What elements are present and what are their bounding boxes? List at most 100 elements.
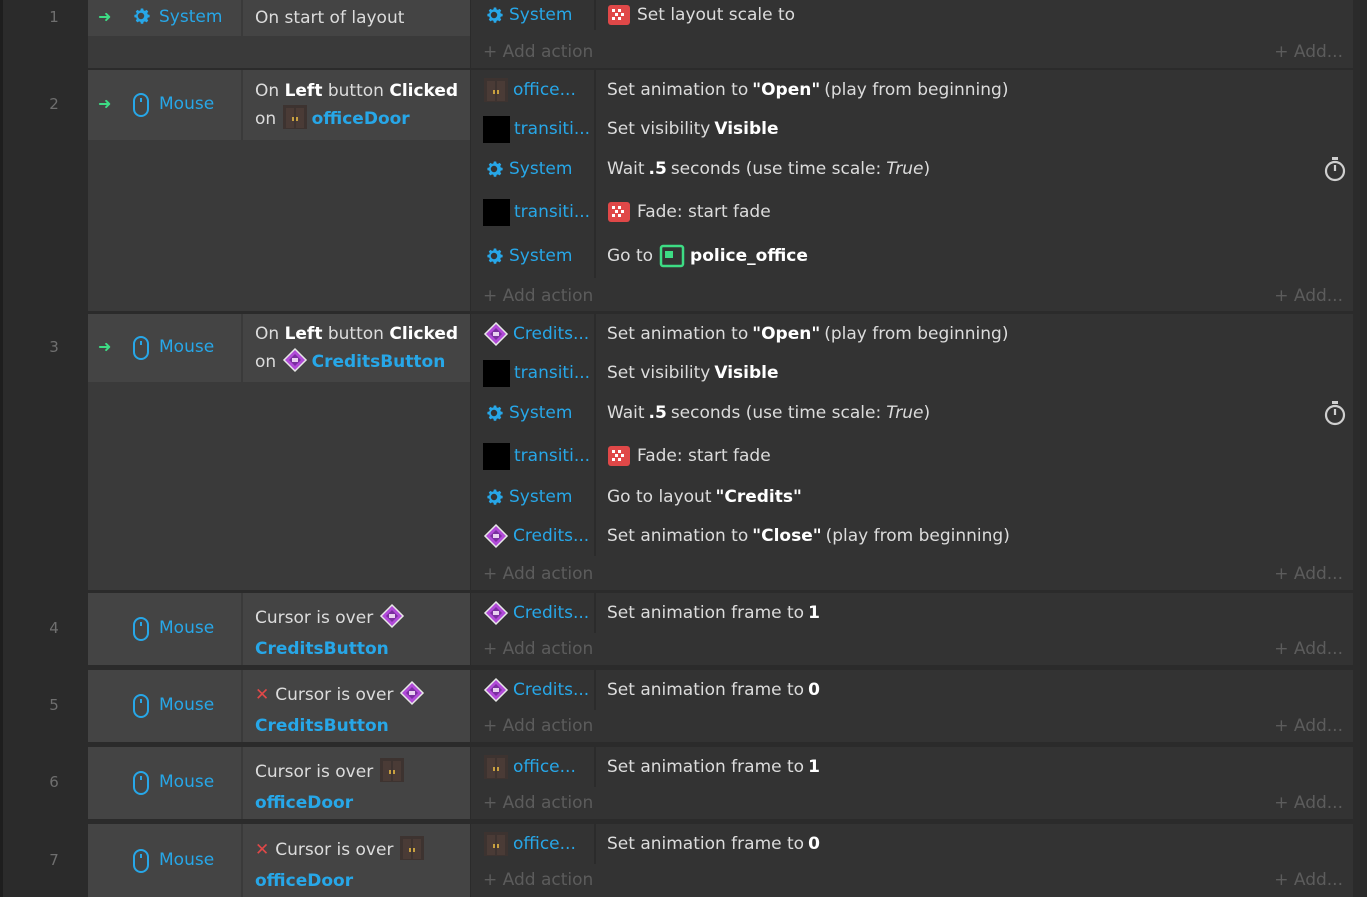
- action-text[interactable]: Set animation frame to 0: [607, 670, 824, 710]
- action-text[interactable]: Wait .5 seconds (use time scale: True): [607, 392, 930, 434]
- action-object[interactable]: System: [483, 234, 572, 278]
- action-text[interactable]: Fade: start fade: [607, 434, 771, 478]
- condition-text[interactable]: ✕ Cursor is over officeDoor: [255, 835, 465, 894]
- condition-bold: Clicked: [389, 324, 459, 344]
- action-bold: 1: [808, 757, 820, 777]
- action-object[interactable]: office...: [483, 747, 576, 787]
- add-action-button[interactable]: + Add action: [483, 639, 593, 659]
- action-text[interactable]: Set animation to "Open" (play from beginni…: [607, 70, 1008, 110]
- event-block[interactable]: 1 ➜ System On start of layout System Set layo…: [0, 0, 1367, 68]
- scrollbar[interactable]: [1353, 0, 1367, 897]
- action-row[interactable]: transiti... Set visibility Visible: [471, 110, 1353, 148]
- action-word: Set animation to: [607, 324, 749, 344]
- action-bold: .5: [648, 159, 667, 179]
- action-row[interactable]: transiti... Fade: start fade: [471, 190, 1353, 234]
- event-block[interactable]: 5 Mouse ✕ Cursor is over CreditsButton Credi…: [0, 670, 1367, 742]
- action-separator: [594, 747, 596, 787]
- condition-bold: Left: [284, 324, 323, 344]
- action-object[interactable]: transiti...: [483, 354, 590, 392]
- condition-separator: [241, 824, 243, 897]
- action-row[interactable]: System Wait .5 seconds (use time scale: True…: [471, 392, 1353, 434]
- action-row[interactable]: System Go to police_office: [471, 234, 1353, 278]
- action-object[interactable]: transiti...: [483, 434, 590, 478]
- event-block[interactable]: 3 ➜ Mouse On Left button Clicked on CreditsB…: [0, 314, 1367, 590]
- condition-text[interactable]: Cursor is over officeDoor: [255, 757, 465, 816]
- action-separator: [594, 354, 596, 392]
- action-row[interactable]: office... Set animation frame to 1: [471, 747, 1353, 787]
- action-text[interactable]: Set visibility Visible: [607, 110, 783, 148]
- event-number: 6: [49, 773, 59, 791]
- action-row[interactable]: System Set layout scale to: [471, 0, 1353, 30]
- add-action-button[interactable]: + Add action: [483, 716, 593, 736]
- action-row[interactable]: System Go to layout "Credits": [471, 478, 1353, 516]
- action-object[interactable]: System: [483, 478, 572, 516]
- condition-object-name: Mouse: [159, 849, 215, 870]
- action-row[interactable]: office... Set animation frame to 0: [471, 824, 1353, 864]
- action-object[interactable]: transiti...: [483, 110, 590, 148]
- action-row[interactable]: Credits... Set animation frame to 1: [471, 593, 1353, 633]
- add-button[interactable]: + Add...: [1274, 716, 1343, 736]
- action-word: Go to layout: [607, 487, 712, 507]
- action-text[interactable]: Fade: start fade: [607, 190, 771, 234]
- action-word: Fade: start fade: [637, 446, 771, 466]
- action-text[interactable]: Wait .5 seconds (use time scale: True): [607, 148, 930, 190]
- event-block[interactable]: 4 Mouse Cursor is over CreditsButton Credit…: [0, 593, 1367, 665]
- event-block[interactable]: 7 Mouse ✕ Cursor is over officeDoor office..…: [0, 824, 1367, 897]
- condition-text[interactable]: On Left button Clicked on CreditsButton: [255, 322, 465, 381]
- action-object[interactable]: transiti...: [483, 190, 590, 234]
- condition-text[interactable]: On start of layout: [255, 6, 465, 31]
- action-object[interactable]: Credits...: [483, 314, 589, 354]
- inverted-x-icon: ✕: [255, 685, 270, 705]
- event-block[interactable]: 6 Mouse Cursor is over officeDoor office...…: [0, 747, 1367, 819]
- action-object[interactable]: Credits...: [483, 670, 589, 710]
- action-text[interactable]: Go to layout "Credits": [607, 478, 806, 516]
- action-text[interactable]: Set layout scale to: [607, 0, 795, 30]
- action-object[interactable]: System: [483, 0, 572, 30]
- condition-word: on: [255, 352, 282, 372]
- credits-button-sprite-icon: [483, 677, 509, 703]
- action-row[interactable]: Credits... Set animation frame to 0: [471, 670, 1353, 710]
- add-button[interactable]: + Add...: [1274, 793, 1343, 813]
- action-object[interactable]: System: [483, 392, 572, 434]
- add-button[interactable]: + Add...: [1274, 870, 1343, 890]
- action-separator: [594, 70, 596, 110]
- action-row[interactable]: System Wait .5 seconds (use time scale: True…: [471, 148, 1353, 190]
- action-object[interactable]: office...: [483, 70, 576, 110]
- action-row[interactable]: transiti... Fade: start fade: [471, 434, 1353, 478]
- action-object[interactable]: Credits...: [483, 516, 589, 556]
- add-button[interactable]: + Add...: [1274, 639, 1343, 659]
- office-door-sprite-icon: [379, 758, 405, 788]
- action-object[interactable]: Credits...: [483, 593, 589, 633]
- action-text[interactable]: Set animation to "Close" (play from beginn…: [607, 516, 1010, 556]
- add-button[interactable]: + Add...: [1274, 286, 1343, 306]
- event-block[interactable]: 2 ➜ Mouse On Left button Clicked on officeDo…: [0, 70, 1367, 311]
- add-button[interactable]: + Add...: [1274, 42, 1343, 62]
- action-text[interactable]: Set visibility Visible: [607, 354, 783, 392]
- add-action-button[interactable]: + Add action: [483, 793, 593, 813]
- add-action-button[interactable]: + Add action: [483, 42, 593, 62]
- add-button[interactable]: + Add...: [1274, 564, 1343, 584]
- condition-text[interactable]: Cursor is over CreditsButton: [255, 603, 465, 662]
- action-object[interactable]: System: [483, 148, 572, 190]
- add-action-button[interactable]: + Add action: [483, 870, 593, 890]
- action-separator: [594, 593, 596, 633]
- action-text[interactable]: Set animation frame to 1: [607, 747, 824, 787]
- condition-text[interactable]: On Left button Clicked on officeDoor: [255, 79, 465, 138]
- condition-word: on: [255, 109, 282, 129]
- action-text[interactable]: Set animation to "Open" (play from beginni…: [607, 314, 1008, 354]
- action-text[interactable]: Set animation frame to 0: [607, 824, 824, 864]
- action-row[interactable]: Credits... Set animation to "Close" (play f…: [471, 516, 1353, 556]
- condition-target-object: officeDoor: [255, 793, 354, 813]
- action-row[interactable]: Credits... Set animation to "Open" (play fr…: [471, 314, 1353, 354]
- add-action-button[interactable]: + Add action: [483, 564, 593, 584]
- action-object[interactable]: office...: [483, 824, 576, 864]
- action-text[interactable]: Go to police_office: [607, 234, 812, 278]
- add-action-button[interactable]: + Add action: [483, 286, 593, 306]
- action-row[interactable]: transiti... Set visibility Visible: [471, 354, 1353, 392]
- action-row[interactable]: office... Set animation to "Open" (play fro…: [471, 70, 1353, 110]
- condition-text[interactable]: ✕ Cursor is over CreditsButton: [255, 680, 465, 739]
- action-separator: [594, 110, 596, 148]
- action-object-name: Credits...: [513, 324, 590, 344]
- action-text[interactable]: Set animation frame to 1: [607, 593, 824, 633]
- action-bold: Visible: [714, 119, 779, 139]
